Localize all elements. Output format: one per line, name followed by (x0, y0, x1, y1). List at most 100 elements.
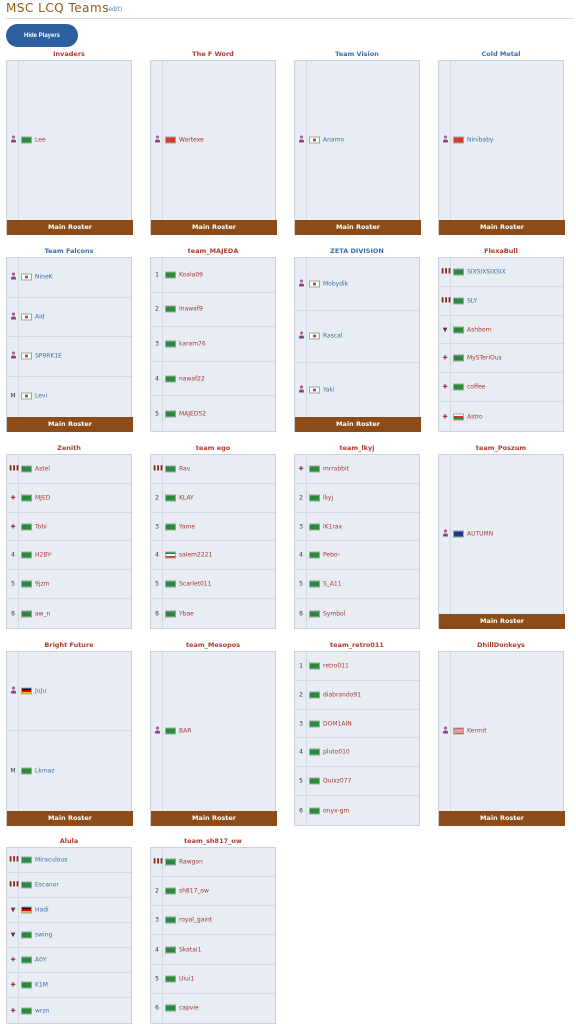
player-name-link[interactable]: AUTUMN (467, 530, 493, 539)
flag-icon (165, 136, 176, 144)
player-name-link[interactable]: Koala09 (179, 270, 203, 279)
team-player-list: ▐▐▐ Rav 2 KLAY 3 Yame 4 salem2221 5 Scarlet011 6 Yb… (150, 454, 276, 629)
team-name[interactable]: team_sh817_ow (150, 837, 276, 845)
player-name-link[interactable]: MAJED52 (179, 409, 206, 418)
player-name-link[interactable]: aw_n (35, 609, 50, 618)
player-row: 2 sh817_ow (151, 877, 275, 907)
player-name-link[interactable]: onyx-gm (323, 806, 349, 815)
player-name-link[interactable]: MySTeriOus (467, 354, 502, 363)
player-name-link[interactable]: H2BY- (35, 551, 52, 560)
flag-icon (453, 297, 464, 305)
player-name-link[interactable]: SLY (467, 296, 477, 305)
player-name-link[interactable]: Aid (35, 312, 45, 321)
player-name-link[interactable]: SIXSIXSIXSIX (467, 267, 506, 276)
team-name[interactable]: Team Falcons (6, 247, 132, 255)
player-row: 5 Uiui1 (151, 965, 275, 994)
team-name[interactable]: team_MAJEDA (150, 247, 276, 255)
team-name[interactable]: Invaders (6, 50, 132, 58)
team-player-list: BAR Main Roster (150, 651, 277, 826)
player-name-link[interactable]: NineK (35, 273, 53, 282)
player-name-link[interactable]: BAR (179, 727, 191, 736)
team-card: Alula ▐▐▐ Miraculous ▐▐▐ Escanor ▼ Hadi ▼ swing ✚… (6, 837, 132, 1024)
player-name-link[interactable]: royal_gaint (179, 916, 212, 925)
player-name-link[interactable]: Scarlet011 (179, 580, 211, 589)
player-name-link[interactable]: Rascal (323, 332, 342, 341)
player-name-link[interactable]: Yaki (323, 385, 335, 394)
player-name-link[interactable]: wrzn (35, 1006, 49, 1015)
team-name[interactable]: team_lkyj (294, 444, 420, 452)
player-row: ✚ Astro (439, 402, 563, 431)
player-name-link[interactable]: Astel (35, 464, 50, 473)
player-name-link[interactable]: Skatai1 (179, 945, 201, 954)
team-name[interactable]: team ego (150, 444, 276, 452)
team-name[interactable]: Bright Future (6, 641, 132, 649)
team-name[interactable]: team_Poszum (438, 444, 564, 452)
player-name-link[interactable]: KLAY (179, 493, 194, 502)
flag-icon (309, 662, 320, 670)
player-row: Ninibaby (439, 61, 563, 219)
player-name-link[interactable]: Anamo (323, 136, 344, 145)
team-name[interactable]: The F Word (150, 50, 276, 58)
player-name-link[interactable]: MJED (35, 493, 50, 502)
player-row: ✚ wrzn (7, 998, 131, 1023)
player-name-link[interactable]: diabrando91 (323, 690, 361, 699)
team-name[interactable]: Cold Metal (438, 50, 564, 58)
player-name-link[interactable]: Lkmaz (35, 766, 55, 775)
team-name[interactable]: team_Mesopos (150, 641, 276, 649)
player-name-link[interactable]: Ninibaby (467, 136, 493, 145)
player-name-link[interactable]: Ashborn (467, 325, 492, 334)
player-name-link[interactable]: Hadi (35, 906, 49, 915)
shield-role-icon: ▼ (442, 326, 448, 334)
player-name-link[interactable]: 9jzm (35, 580, 49, 589)
player-name-link[interactable]: swing (35, 931, 52, 940)
player-name-link[interactable]: Rawgon (179, 858, 203, 867)
flag-icon (21, 767, 32, 774)
player-name-link[interactable]: Wartexe (179, 136, 204, 145)
player-name-link[interactable]: retro011 (323, 661, 349, 670)
player-name-link[interactable]: lK1rax (323, 522, 342, 531)
team-name[interactable]: DhillDonkeys (438, 641, 564, 649)
player-name-link[interactable]: lkyj (323, 493, 333, 502)
player-name-link[interactable]: karam76 (179, 339, 206, 348)
player-name-link[interactable]: Levi (35, 392, 47, 401)
player-name-link[interactable]: Ybae (179, 609, 194, 618)
player-name-link[interactable]: salem2221 (179, 551, 212, 560)
team-name[interactable]: FlexaBull (438, 247, 564, 255)
flag-icon (165, 916, 176, 924)
flag-icon (21, 1007, 32, 1014)
team-name[interactable]: Zenith (6, 444, 132, 452)
player-name-link[interactable]: Astro (467, 412, 483, 421)
player-name-link[interactable]: capvie (179, 1004, 199, 1013)
player-name-link[interactable]: Pebo- (323, 551, 340, 560)
flag-icon (165, 975, 176, 983)
player-name-link[interactable]: K1M (35, 981, 48, 990)
team-name[interactable]: team_retro011 (294, 641, 420, 649)
player-name-link[interactable]: Escanor (35, 881, 59, 890)
player-name-link[interactable]: Symbol (323, 609, 345, 618)
player-name-link[interactable]: A0Y (35, 956, 47, 965)
player-name-link[interactable]: Uiui1 (179, 974, 194, 983)
player-name-link[interactable]: Kermit (467, 727, 487, 736)
player-name-link[interactable]: pluto010 (323, 748, 350, 757)
player-name-link[interactable]: coffee (467, 383, 486, 392)
player-name-link[interactable]: Inawaf9 (179, 305, 203, 314)
team-name[interactable]: Alula (6, 837, 132, 845)
player-name-link[interactable]: Quixz077 (323, 777, 351, 786)
player-name-link[interactable]: Yame (179, 522, 195, 531)
team-name[interactable]: Team Vision (294, 50, 420, 58)
player-name-link[interactable]: sh817_ow (179, 887, 209, 896)
player-name-link[interactable]: Miraculous (35, 856, 67, 865)
player-name-link[interactable]: nawaf22 (179, 374, 205, 383)
edit-link[interactable]: (edit) (106, 6, 122, 13)
player-name-link[interactable]: mrrabbit (323, 464, 349, 473)
player-name-link[interactable]: DOM1AIN (323, 719, 352, 728)
player-name-link[interactable]: Mobydik (323, 279, 348, 288)
player-name-link[interactable]: SP9RK1E (35, 352, 62, 361)
player-name-link[interactable]: Rav (179, 464, 190, 473)
hide-players-button[interactable]: Hide Players (6, 24, 78, 47)
team-name[interactable]: ZETA DIVISION (294, 247, 420, 255)
player-name-link[interactable]: S_A11 (323, 580, 342, 589)
player-name-link[interactable]: JuJu (35, 687, 46, 696)
player-name-link[interactable]: Tobi (35, 522, 47, 531)
player-name-link[interactable]: Lee (35, 136, 46, 145)
